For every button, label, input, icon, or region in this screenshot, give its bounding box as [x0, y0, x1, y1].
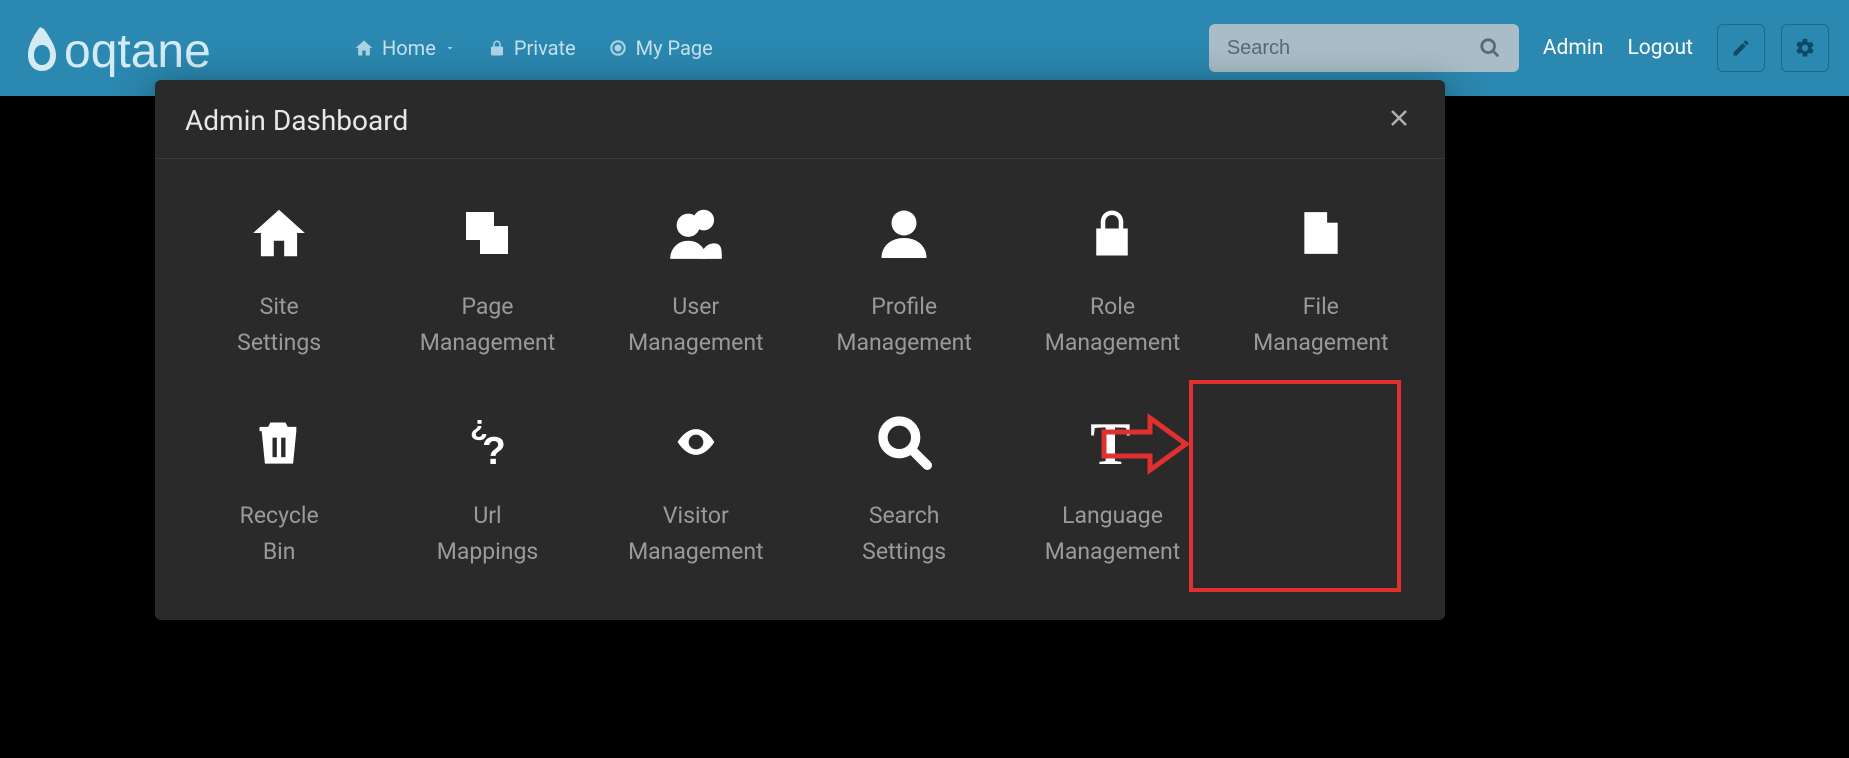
- tile-visitor-management[interactable]: Visitor Management: [592, 398, 800, 579]
- eye-icon: [664, 408, 728, 476]
- tile-url-mappings[interactable]: ¿ ? Url Mappings: [383, 398, 591, 579]
- trash-icon: [253, 408, 305, 476]
- tile-label: Role Management: [1045, 289, 1181, 360]
- modal-header: Admin Dashboard: [155, 80, 1445, 159]
- search-icon[interactable]: [1479, 37, 1501, 59]
- search-box[interactable]: [1209, 24, 1519, 72]
- admin-link[interactable]: Admin: [1543, 36, 1604, 60]
- home-icon: [248, 199, 310, 267]
- logo: oqtane: [20, 17, 310, 79]
- tile-label: Profile Management: [836, 289, 972, 360]
- tile-label: File Management: [1253, 289, 1389, 360]
- nav-home-label: Home: [382, 36, 436, 60]
- pencil-icon: [1731, 38, 1751, 58]
- tile-user-management[interactable]: User Management: [592, 189, 800, 370]
- close-button[interactable]: [1383, 102, 1415, 138]
- settings-button[interactable]: [1781, 24, 1829, 72]
- tile-label: User Management: [628, 289, 764, 360]
- tile-profile-management[interactable]: Profile Management: [800, 189, 1008, 370]
- tile-search-settings[interactable]: Search Settings: [800, 398, 1008, 579]
- edit-button[interactable]: [1717, 24, 1765, 72]
- svg-text:T: T: [1091, 413, 1131, 471]
- tile-recycle-bin[interactable]: Recycle Bin: [175, 398, 383, 579]
- home-icon: [354, 38, 374, 58]
- users-icon: [665, 199, 727, 267]
- lock-icon: [488, 39, 506, 57]
- tile-role-management[interactable]: Role Management: [1008, 189, 1216, 370]
- caret-down-icon: [444, 42, 456, 54]
- tile-grid: Site Settings Page Management User Manag…: [155, 159, 1445, 620]
- svg-text:oqtane: oqtane: [64, 25, 211, 78]
- target-icon: [608, 38, 628, 58]
- topbar-right: Admin Logout: [1209, 24, 1829, 72]
- file-icon: [1296, 199, 1346, 267]
- tile-label: Search Settings: [862, 498, 946, 569]
- user-icon: [874, 199, 934, 267]
- search-icon: [876, 408, 932, 476]
- tile-file-management[interactable]: File Management: [1217, 189, 1425, 370]
- tile-label: Visitor Management: [628, 498, 764, 569]
- modal-title: Admin Dashboard: [185, 104, 408, 137]
- tile-site-settings[interactable]: Site Settings: [175, 189, 383, 370]
- tile-label: Recycle Bin: [240, 498, 319, 569]
- logout-link[interactable]: Logout: [1627, 36, 1693, 60]
- search-input[interactable]: [1227, 37, 1467, 60]
- nav-links: Home Private My Page: [340, 28, 727, 68]
- tile-label: Url Mappings: [437, 498, 539, 569]
- tile-label: Site Settings: [237, 289, 321, 360]
- close-icon: [1387, 106, 1411, 130]
- nav-home[interactable]: Home: [340, 28, 470, 68]
- pages-icon: [459, 199, 515, 267]
- tile-label: Page Management: [420, 289, 556, 360]
- question-icon: ¿ ?: [458, 408, 516, 476]
- tile-language-management[interactable]: T Language Management: [1008, 398, 1216, 579]
- nav-private[interactable]: Private: [474, 28, 590, 68]
- nav-mypage-label: My Page: [636, 36, 713, 60]
- lock-icon: [1085, 199, 1139, 267]
- nav-private-label: Private: [514, 36, 576, 60]
- tile-page-management[interactable]: Page Management: [383, 189, 591, 370]
- svg-text:?: ?: [483, 430, 507, 471]
- nav-mypage[interactable]: My Page: [594, 28, 727, 68]
- text-icon: T: [1083, 408, 1141, 476]
- gear-icon: [1794, 37, 1816, 59]
- admin-dashboard-modal: Admin Dashboard Site Settings Page Manag…: [155, 80, 1445, 620]
- tile-label: Language Management: [1045, 498, 1181, 569]
